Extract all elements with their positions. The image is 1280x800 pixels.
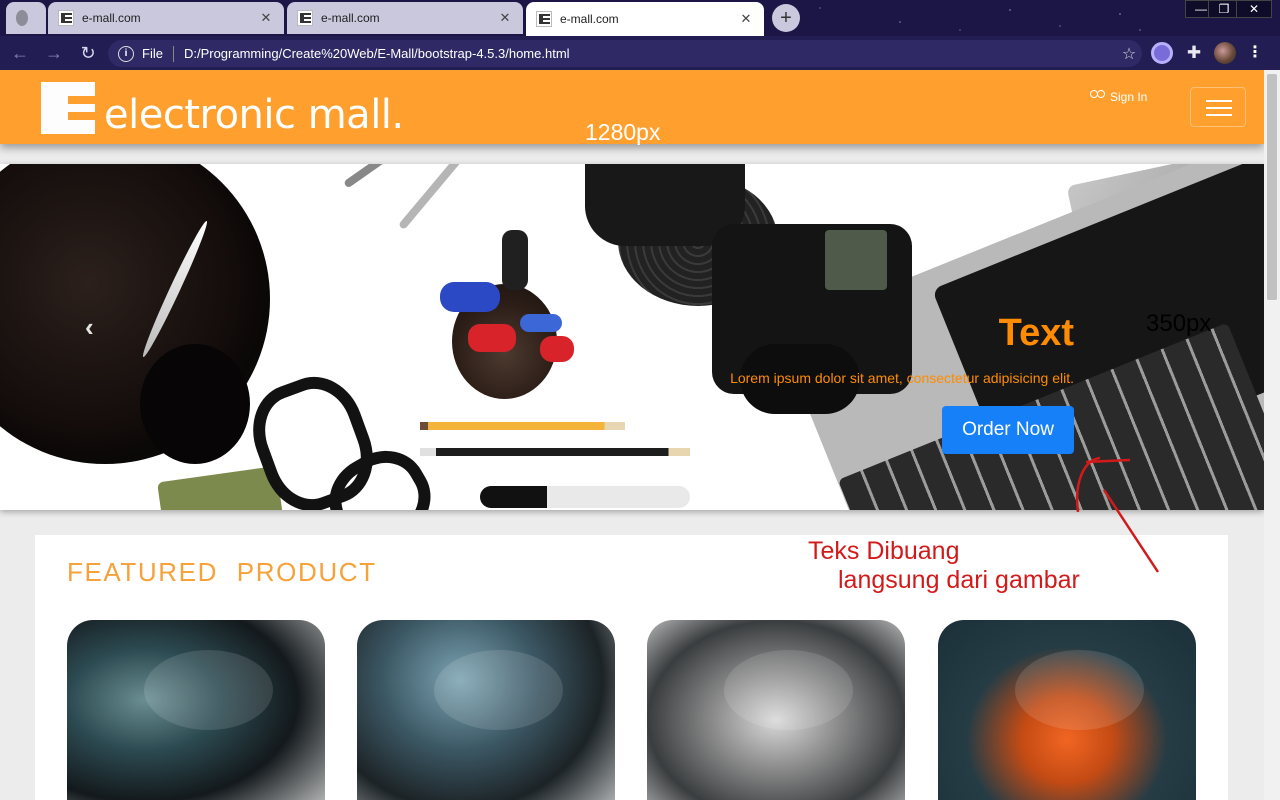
hamburger-line: [1206, 100, 1232, 102]
tab-4-active[interactable]: e-mall.com ✕: [526, 2, 764, 36]
brand-name[interactable]: electronic mall.: [104, 92, 404, 138]
info-icon[interactable]: i: [118, 45, 134, 62]
hero-title: Text: [998, 312, 1074, 354]
tab-title: e-mall.com: [82, 11, 141, 25]
close-tab-icon[interactable]: ✕: [497, 10, 513, 26]
navbar-toggle-button[interactable]: [1190, 87, 1246, 127]
tab-1[interactable]: [6, 2, 46, 34]
tab-title: e-mall.com: [560, 12, 619, 26]
url-text[interactable]: D:/Programming/Create%20Web/E-Mall/boots…: [184, 46, 1116, 61]
scrollbar-thumb[interactable]: [1267, 74, 1277, 300]
e-mall-favicon-icon: [58, 10, 74, 26]
annotation-line-2: langsung dari gambar: [838, 566, 1080, 594]
width-annotation: 1280px: [585, 119, 661, 145]
page-viewport: electronic mall. 1280px Sign In ‹ Text 3…: [0, 70, 1264, 800]
sign-in-label: Sign In: [1110, 90, 1148, 104]
close-tab-icon[interactable]: ✕: [738, 11, 754, 27]
tab-title: e-mall.com: [321, 11, 380, 25]
page-scrollbar[interactable]: [1264, 70, 1280, 800]
address-bar[interactable]: i File D:/Programming/Create%20Web/E-Mal…: [108, 40, 1142, 67]
annotation-arrow-icon: [1075, 456, 1160, 573]
bookmark-star-icon[interactable]: ☆: [1116, 44, 1142, 64]
sign-in-link[interactable]: Sign In: [1090, 90, 1147, 104]
new-tab-button[interactable]: +: [772, 4, 800, 32]
browser-menu-icon[interactable]: ⋮: [1244, 42, 1266, 64]
scheme-label: File: [142, 46, 163, 61]
hamburger-line: [1206, 107, 1232, 109]
back-arrow-icon[interactable]: ←: [6, 39, 34, 67]
section-heading: FEATURED PRODUCT: [67, 557, 377, 587]
carousel-prev-chevron-icon[interactable]: ‹: [85, 312, 105, 342]
forward-arrow-icon[interactable]: →: [40, 39, 68, 67]
users-icon: [1090, 90, 1106, 104]
tab-strip: e-mall.com ✕ e-mall.com ✕ e-mall.com ✕ +…: [0, 0, 1280, 36]
annotation-line-1: Teks Dibuang: [808, 537, 960, 565]
globe-icon: [16, 10, 28, 26]
site-navbar: electronic mall. 1280px Sign In: [0, 70, 1264, 145]
extensions-puzzle-icon[interactable]: ✚: [1183, 42, 1205, 64]
product-card-3[interactable]: [647, 620, 905, 800]
height-annotation: 350px: [1146, 310, 1212, 337]
reload-icon[interactable]: ↻: [74, 39, 102, 67]
hero-subtitle: Lorem ipsum dolor sit amet, consectetur …: [730, 370, 1074, 386]
close-tab-icon[interactable]: ✕: [258, 10, 274, 26]
close-window-button[interactable]: ✕: [1236, 0, 1272, 18]
extension-icon[interactable]: [1151, 42, 1173, 64]
e-mall-favicon-icon: [297, 10, 313, 26]
product-card-4[interactable]: [938, 620, 1196, 800]
profile-avatar[interactable]: [1214, 42, 1236, 64]
product-card-1[interactable]: [67, 620, 325, 800]
e-mall-favicon-icon: [536, 11, 552, 27]
browser-toolbar: ← → ↻ i File D:/Programming/Create%20Web…: [0, 36, 1280, 70]
tab-3[interactable]: e-mall.com ✕: [287, 2, 523, 34]
e-logo-icon[interactable]: [41, 82, 95, 134]
product-card-2[interactable]: [357, 620, 615, 800]
tab-2[interactable]: e-mall.com ✕: [48, 2, 284, 34]
order-now-button[interactable]: Order Now: [942, 406, 1074, 454]
hamburger-line: [1206, 114, 1232, 116]
address-separator: [172, 45, 174, 62]
